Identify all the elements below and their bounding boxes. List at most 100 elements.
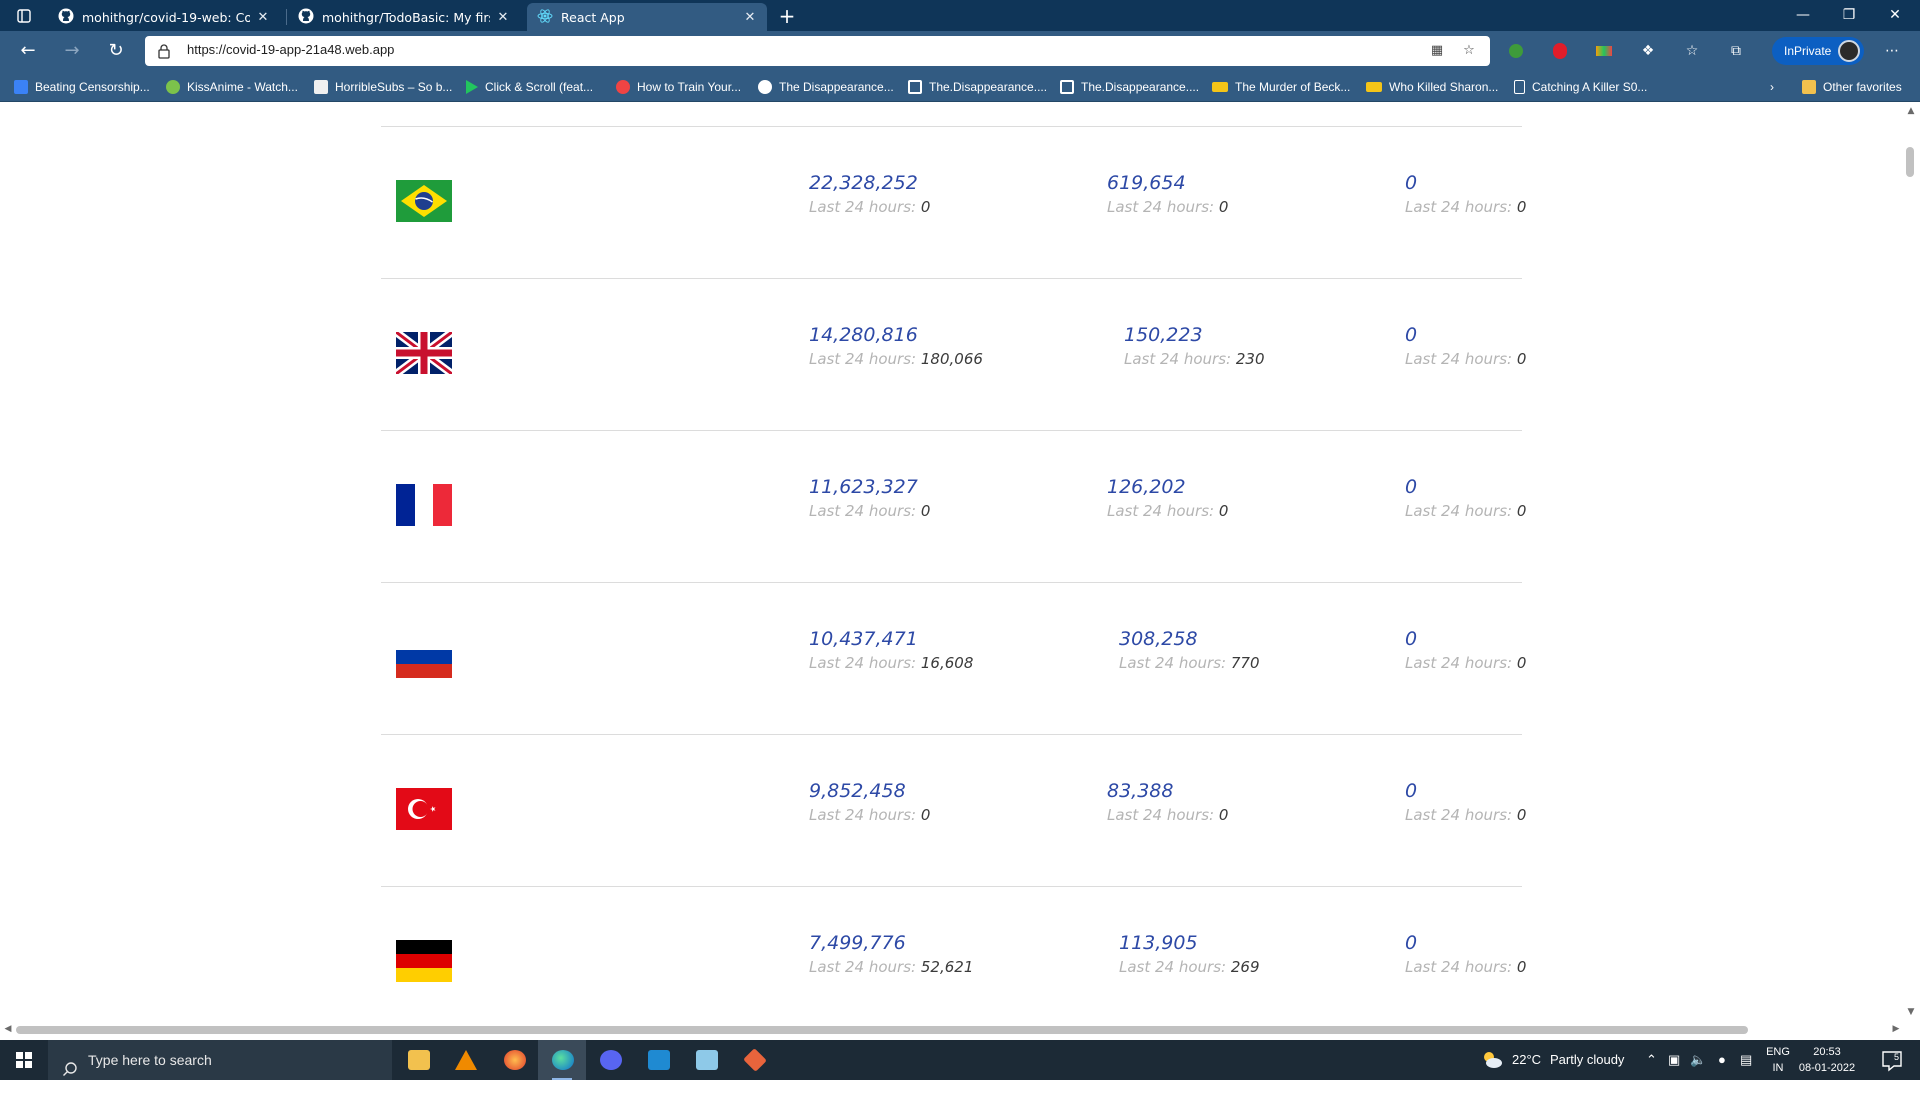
notepad-app[interactable] [682, 1040, 730, 1080]
weather-icon[interactable] [1480, 1040, 1506, 1080]
deaths-stat: 126,202 Last 24 hours: 0 [1107, 475, 1228, 523]
bookmark-item[interactable]: HorribleSubs – So b... [314, 77, 452, 97]
meet-now-icon[interactable]: ▣ [1668, 1040, 1680, 1080]
other-favorites-label: Other favorites [1823, 80, 1902, 94]
clock[interactable]: 20:53 08-01-2022 [1792, 1044, 1862, 1076]
bookmark-item[interactable]: Click & Scroll (feat... [466, 77, 593, 97]
bookmark-item[interactable]: The Disappearance... [758, 77, 894, 97]
refresh-icon[interactable]: ↻ [102, 37, 130, 65]
firefox-icon [504, 1050, 526, 1070]
other-favorites-folder[interactable]: Other favorites [1802, 77, 1902, 97]
bookmark-item[interactable]: Catching A Killer S0... [1514, 77, 1647, 97]
scroll-up-icon[interactable]: ▲ [1905, 106, 1917, 118]
close-tab-icon[interactable]: ✕ [256, 10, 270, 25]
windows-start-icon[interactable] [0, 1040, 48, 1080]
recovered-24h-value: 0 [1516, 654, 1527, 672]
inprivate-button[interactable]: InPrivate [1772, 37, 1864, 65]
bookmark-label: Click & Scroll (feat... [485, 80, 594, 94]
lang-region: IN [1772, 1062, 1784, 1074]
play-icon [466, 80, 478, 94]
tab-actions-icon[interactable] [10, 5, 38, 27]
tab-todobasic[interactable]: mohithgr/TodoBasic: My first Re ✕ [288, 3, 520, 31]
deaths-24h-value: 269 [1230, 958, 1260, 976]
file-explorer-app[interactable] [394, 1040, 442, 1080]
back-icon[interactable]: ← [14, 37, 42, 65]
horizontal-scroll-thumb[interactable] [16, 1026, 1748, 1034]
speaker-icon[interactable]: 🔈 [1690, 1040, 1706, 1080]
close-tab-icon[interactable]: ✕ [743, 10, 757, 25]
turkey-flag [396, 788, 452, 830]
extension-color-icon[interactable] [1592, 39, 1616, 63]
tab-title: React App [561, 9, 625, 25]
tab-covid-19-web[interactable]: mohithgr/covid-19-web: Covid-1 ✕ [48, 3, 280, 31]
deaths-24h-value: 0 [1218, 502, 1229, 520]
last-24-label: Last 24 hours: [809, 502, 917, 520]
weather-text[interactable]: Partly cloudy [1550, 1040, 1624, 1080]
bookmark-item[interactable]: Who Killed Sharon... [1366, 77, 1498, 97]
bookmark-favicon-icon [14, 80, 28, 94]
bookmark-item[interactable]: The.Disappearance.... [908, 77, 1047, 97]
vertical-scrollbar[interactable]: ▲ ▼ [1902, 102, 1920, 1023]
url-text[interactable]: https://covid-19-app-21a48.web.app [187, 42, 394, 57]
deaths-value: 308,258 [1119, 628, 1198, 650]
last-24-label: Last 24 hours: [1107, 198, 1215, 216]
react-icon [537, 8, 553, 27]
scroll-left-icon[interactable]: ◀ [2, 1024, 14, 1036]
recovered-stat: 0 Last 24 hours: 0 [1405, 171, 1526, 219]
bookmark-item[interactable]: KissAnime - Watch... [166, 77, 298, 97]
imdb-icon [1366, 82, 1382, 92]
address-bar[interactable]: https://covid-19-app-21a48.web.app ▦ ☆ [145, 36, 1490, 66]
add-favorite-icon[interactable]: ☆ [1458, 40, 1480, 62]
notification-count: 5 [1894, 1052, 1900, 1062]
clock-date: 08-01-2022 [1798, 1062, 1856, 1074]
chevron-up-icon[interactable]: ⌃ [1646, 1040, 1657, 1080]
discord-app[interactable] [586, 1040, 634, 1080]
minimize-icon[interactable]: — [1780, 0, 1826, 31]
firefox-app[interactable] [490, 1040, 538, 1080]
tab-react-app[interactable]: React App ✕ [527, 3, 767, 31]
horizontal-scrollbar[interactable]: ◀ ▶ [0, 1023, 1920, 1037]
bookmark-label: HorribleSubs – So b... [335, 80, 453, 94]
vlc-app[interactable] [442, 1040, 490, 1080]
deaths-value: 619,654 [1107, 172, 1186, 194]
notifications-icon[interactable]: 5 [1880, 1040, 1912, 1080]
network-icon[interactable]: ▤ [1740, 1040, 1752, 1080]
extensions-puzzle-icon[interactable]: ❖ [1636, 39, 1660, 63]
microphone-icon[interactable]: ● [1718, 1040, 1726, 1080]
france-flag [396, 484, 452, 526]
forward-icon[interactable]: → [58, 37, 86, 65]
edge-app[interactable] [538, 1040, 586, 1080]
chevron-right-icon[interactable]: › [1770, 77, 1774, 97]
cases-value: 7,499,776 [809, 932, 906, 954]
collections-icon[interactable]: ⧉ [1724, 39, 1748, 63]
new-tab-button[interactable]: + [774, 3, 800, 29]
extension-globe-icon[interactable] [1504, 39, 1528, 63]
scroll-right-icon[interactable]: ▶ [1890, 1024, 1902, 1036]
vertical-scroll-thumb[interactable] [1906, 147, 1914, 177]
weather-temp[interactable]: 22°C [1512, 1040, 1541, 1080]
more-options-icon[interactable]: ⋯ [1880, 39, 1904, 63]
bookmark-item[interactable]: How to Train Your... [616, 77, 741, 97]
windows-taskbar: Type here to search 22°C Partly cloudy ⌃… [0, 1040, 1920, 1080]
cases-value: 22,328,252 [809, 172, 918, 194]
cases-stat: 7,499,776 Last 24 hours: 52,621 [809, 931, 973, 979]
bookmark-item[interactable]: The Murder of Beck... [1212, 77, 1350, 97]
git-app[interactable] [730, 1040, 778, 1080]
scroll-down-icon[interactable]: ▼ [1905, 1007, 1917, 1019]
bookmark-item[interactable]: The.Disappearance.... [1060, 77, 1199, 97]
close-window-icon[interactable]: ✕ [1872, 0, 1918, 31]
deaths-value: 83,388 [1107, 780, 1174, 802]
cases-value: 10,437,471 [809, 628, 918, 650]
extension-adblock-icon[interactable] [1548, 39, 1572, 63]
deaths-stat: 113,905 Last 24 hours: 269 [1119, 931, 1260, 979]
vscode-app[interactable] [634, 1040, 682, 1080]
close-tab-icon[interactable]: ✕ [496, 10, 510, 25]
cases-value: 9,852,458 [809, 780, 906, 802]
qr-code-icon[interactable]: ▦ [1426, 40, 1448, 62]
restore-icon[interactable]: ❐ [1826, 0, 1872, 31]
cases-24h-value: 0 [920, 806, 931, 824]
favorites-icon[interactable]: ☆ [1680, 39, 1704, 63]
bookmark-item[interactable]: Beating Censorship... [14, 77, 150, 97]
taskbar-search-input[interactable]: Type here to search [48, 1040, 392, 1080]
language-indicator[interactable]: ENG IN [1764, 1044, 1792, 1076]
